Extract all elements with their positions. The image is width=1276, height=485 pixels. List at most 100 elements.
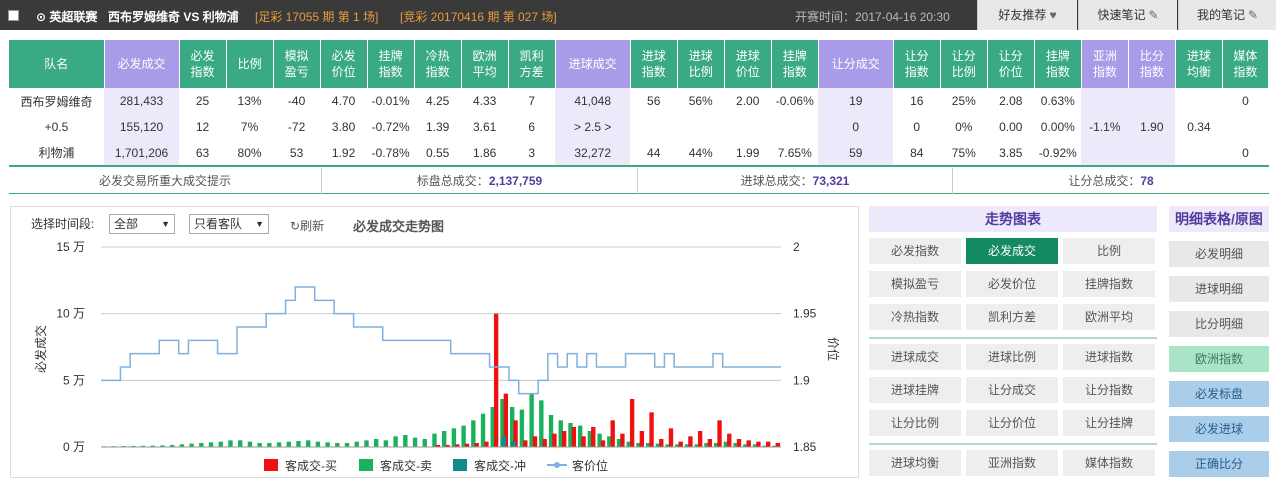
table-cell: 59 xyxy=(818,140,894,167)
bar-sell xyxy=(247,441,253,447)
trend-button[interactable]: 必发价位 xyxy=(966,271,1058,297)
column-header: 凯利 方差 xyxy=(508,40,556,88)
view-select[interactable]: 只看客队 ▼ xyxy=(189,214,269,234)
trend-button[interactable]: 欧洲平均 xyxy=(1063,304,1155,330)
y2-axis-label: 价位 xyxy=(826,337,841,361)
column-header: 挂牌 指数 xyxy=(1034,40,1082,88)
table-cell: 80% xyxy=(226,140,274,167)
trend-button[interactable]: 模拟盈亏 xyxy=(869,271,961,297)
trend-button[interactable]: 进球指数 xyxy=(1063,344,1155,370)
column-header: 让分 指数 xyxy=(893,40,941,88)
table-cell: 3.85 xyxy=(987,140,1035,167)
table-cell: 63 xyxy=(179,140,227,167)
bar-buy xyxy=(727,433,732,447)
top-bar: ⊙ 英超联赛 西布罗姆维奇 VS 利物浦 [足彩 17055 期 第 1 场] … xyxy=(0,0,1276,30)
table-row: +0.5 155,120 12 7% -72 3.80 -0.72% 1.39 3.61 6 > 2… xyxy=(9,114,1269,140)
bar-hedge xyxy=(510,441,516,447)
column-header: 必发 指数 xyxy=(179,40,227,88)
trend-button[interactable]: 进球比例 xyxy=(966,344,1058,370)
detail-button[interactable]: 比分明细 xyxy=(1169,311,1269,337)
table-cell: +0.5 xyxy=(9,114,105,140)
trend-button[interactable]: 让分成交 xyxy=(966,377,1058,403)
trend-button[interactable]: 冷热指数 xyxy=(869,304,961,330)
quick-note-button[interactable]: 快速笔记 ✎ xyxy=(1078,0,1177,30)
column-header: 进球 价位 xyxy=(724,40,772,88)
table-cell: -1.1% xyxy=(1081,114,1129,140)
table-cell: 1,701,206 xyxy=(104,140,180,167)
table-cell xyxy=(677,114,725,140)
table-cell: 75% xyxy=(940,140,988,167)
detail-button[interactable]: 欧洲指数 xyxy=(1169,346,1269,372)
table-cell xyxy=(630,114,678,140)
table-cell xyxy=(1128,88,1176,114)
divider xyxy=(869,443,1157,445)
detail-button[interactable]: 进球明细 xyxy=(1169,276,1269,302)
table-row: 西布罗姆维奇 281,433 25 13% -40 4.70 -0.01% 4.25 4.33 7… xyxy=(9,88,1269,114)
trend-button[interactable]: 亚洲指数 xyxy=(966,450,1058,476)
table-cell: 25 xyxy=(179,88,227,114)
bar-buy xyxy=(659,439,664,447)
table-cell: -0.72% xyxy=(367,114,415,140)
table-cell: 0% xyxy=(940,114,988,140)
bar-sell xyxy=(276,442,282,447)
trend-button[interactable]: 媒体指数 xyxy=(1063,450,1155,476)
trend-button[interactable]: 让分指数 xyxy=(1063,377,1155,403)
column-header: 进球 比例 xyxy=(677,40,725,88)
bar-buy xyxy=(591,427,596,447)
bar-sell xyxy=(306,440,311,447)
trend-button[interactable]: 让分比例 xyxy=(869,410,961,436)
trend-button[interactable]: 让分挂牌 xyxy=(1063,410,1155,436)
bar-sell xyxy=(393,436,398,447)
table-cell xyxy=(1175,140,1223,167)
refresh-button[interactable]: ↻刷新 xyxy=(290,217,324,234)
detail-button[interactable]: 必发进球 xyxy=(1169,416,1269,442)
select-checkbox[interactable] xyxy=(8,10,19,21)
bar-buy xyxy=(493,313,499,447)
bar-buy xyxy=(523,440,528,447)
trend-button[interactable]: 进球挂牌 xyxy=(869,377,961,403)
bar-sell xyxy=(442,431,447,447)
trend-button[interactable]: 必发成交 xyxy=(966,238,1058,264)
column-header: 进球成交 xyxy=(555,40,631,88)
bar-sell xyxy=(422,439,427,447)
bar-buy xyxy=(474,443,479,447)
trend-panel-title: 走势图表 xyxy=(869,206,1157,232)
bar-sell xyxy=(451,428,457,447)
trend-button[interactable]: 凯利方差 xyxy=(966,304,1058,330)
table-cell: 0.00 xyxy=(987,114,1035,140)
detail-button[interactable]: 必发明细 xyxy=(1169,241,1269,267)
column-header: 模拟 盈亏 xyxy=(273,40,321,88)
trend-button[interactable]: 进球均衡 xyxy=(869,450,961,476)
detail-button[interactable]: 必发标盘 xyxy=(1169,381,1269,407)
table-cell: 0 xyxy=(818,114,894,140)
y-tick-label: 5 万 xyxy=(63,373,85,387)
trend-button[interactable]: 挂牌指数 xyxy=(1063,271,1155,297)
bar-sell xyxy=(267,443,272,447)
bar-buy xyxy=(707,439,713,447)
trend-button[interactable]: 必发指数 xyxy=(869,238,961,264)
table-cell: 1.92 xyxy=(320,140,368,167)
table-cell: 1.90 xyxy=(1128,114,1176,140)
table-cell: -0.06% xyxy=(771,88,819,114)
chevron-down-icon: ▼ xyxy=(255,219,264,229)
my-notes-button[interactable]: 我的笔记 ✎ xyxy=(1178,0,1276,30)
bar-buy xyxy=(542,439,547,447)
table-cell: 0.00% xyxy=(1034,114,1082,140)
bar-sell xyxy=(344,443,350,447)
trend-button[interactable]: 让分价位 xyxy=(966,410,1058,436)
table-cell xyxy=(1222,114,1269,140)
period-select[interactable]: 全部 ▼ xyxy=(109,214,175,234)
legend-label: 客成交-买 xyxy=(285,458,337,473)
table-cell: 1.39 xyxy=(414,114,462,140)
edit-icon: ✎ xyxy=(1247,8,1259,22)
recommend-button[interactable]: 好友推荐 ♥ xyxy=(977,0,1077,30)
bar-buy xyxy=(610,420,615,447)
trend-button[interactable]: 进球成交 xyxy=(869,344,961,370)
detail-button[interactable]: 正确比分 xyxy=(1169,451,1269,477)
zucai-info: [足彩 17055 期 第 1 场] xyxy=(255,10,379,24)
table-cell: 西布罗姆维奇 xyxy=(9,88,105,114)
y2-tick-label: 1.95 xyxy=(793,307,817,321)
trend-button[interactable]: 比例 xyxy=(1063,238,1155,264)
match-teams: 西布罗姆维奇 VS 利物浦 xyxy=(108,10,239,24)
legend-marker xyxy=(554,462,560,468)
